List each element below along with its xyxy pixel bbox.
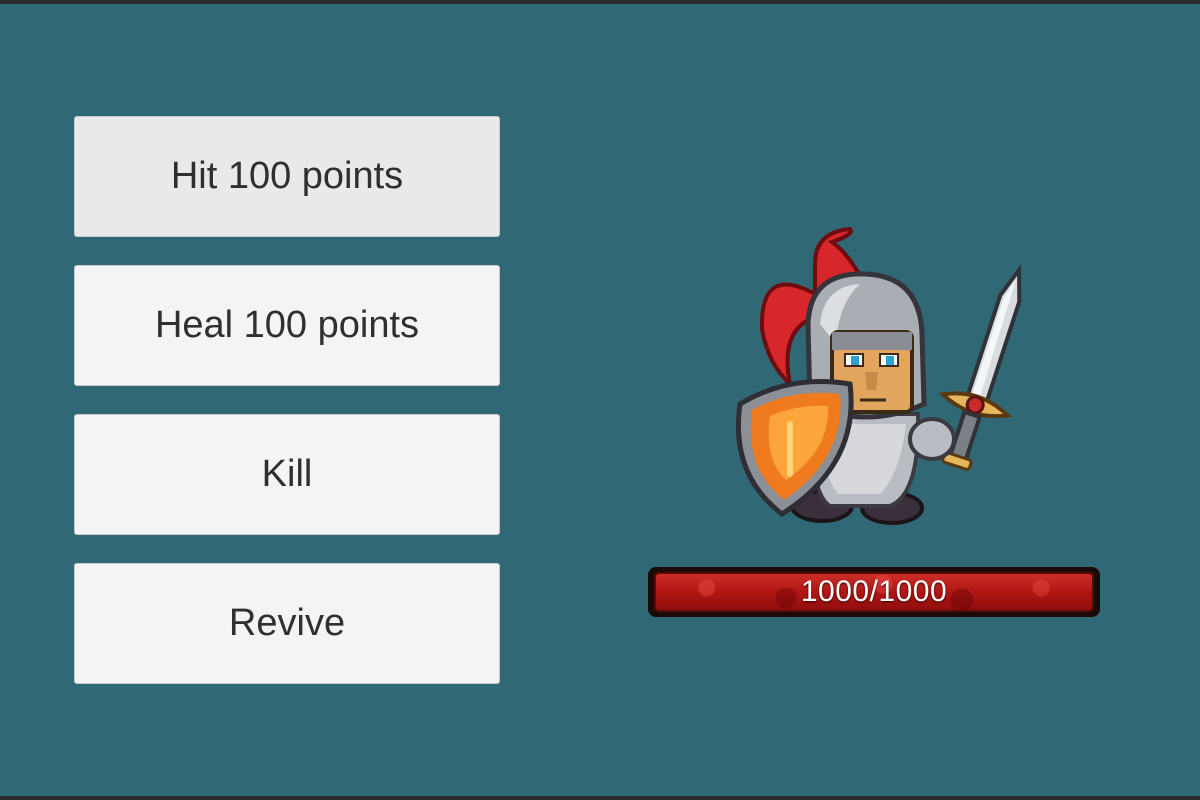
health-bar-fill: 1000/1000: [654, 572, 1094, 612]
knight-sprite-icon: [720, 224, 1040, 534]
revive-button[interactable]: Revive: [74, 563, 500, 684]
heal-button[interactable]: Heal 100 points: [74, 265, 500, 386]
kill-button[interactable]: Kill: [74, 414, 500, 535]
hit-button-label: Hit 100 points: [170, 155, 404, 197]
health-text: 1000/1000: [800, 575, 948, 608]
hit-button[interactable]: Hit 100 points: [74, 116, 500, 237]
revive-button-label: Revive: [228, 602, 346, 644]
health-bar: 1000/1000: [648, 567, 1100, 617]
kill-button-label: Kill: [261, 453, 313, 495]
game-viewport: Hit 100 points Heal 100 points Kill Revi…: [0, 0, 1200, 800]
heal-button-label: Heal 100 points: [154, 304, 420, 346]
action-button-panel: Hit 100 points Heal 100 points Kill Revi…: [74, 116, 500, 712]
